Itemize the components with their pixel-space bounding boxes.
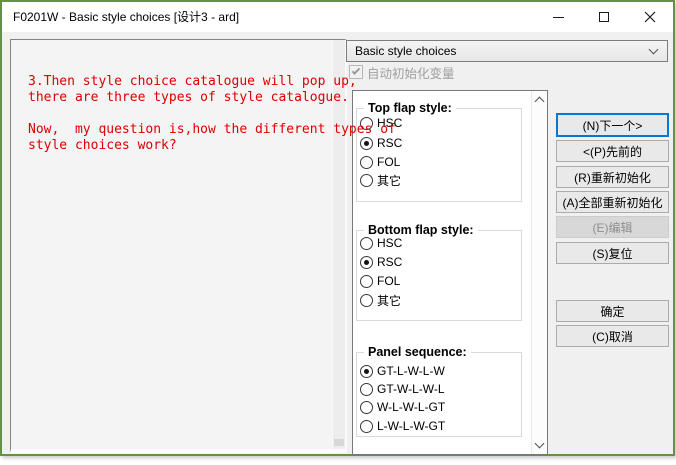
chevron-down-icon — [649, 45, 659, 55]
radio-label: 其它 — [377, 292, 401, 309]
radio-label: FOL — [377, 155, 400, 169]
radio-label: RSC — [377, 136, 402, 150]
radio-label: FOL — [377, 274, 400, 288]
radio-icon — [360, 156, 373, 169]
reinitialize-all-button[interactable]: (A)全部重新初始化 — [556, 191, 669, 213]
radio-label: W-L-W-L-GT — [377, 400, 445, 414]
list-scrollbar[interactable] — [531, 91, 547, 454]
radio-option-gtwlwl[interactable]: GT-W-L-W-L — [360, 382, 445, 396]
checkmark-icon — [352, 66, 360, 74]
ok-button[interactable]: 确定 — [556, 300, 669, 322]
radio-option-wlwlgt[interactable]: W-L-W-L-GT — [360, 400, 445, 414]
group-label-top-flap: Top flap style: — [364, 101, 456, 115]
radio-icon — [360, 174, 373, 187]
radio-option-gtlwlw[interactable]: GT-L-W-L-W — [360, 364, 445, 378]
radio-selected-icon — [360, 137, 373, 150]
radio-option-other[interactable]: 其它 — [360, 293, 401, 307]
radio-selected-icon — [360, 365, 373, 378]
previous-button[interactable]: <(P)先前的 — [556, 140, 669, 162]
radio-icon — [360, 401, 373, 414]
title-bar: F0201W - Basic style choices [设计3 - ard] — [2, 2, 673, 32]
message-panel-scrollbar[interactable] — [332, 40, 345, 449]
radio-label: HSC — [377, 116, 402, 130]
scroll-up-icon[interactable] — [535, 97, 545, 107]
scroll-down-icon[interactable] — [535, 439, 545, 449]
radio-label: GT-L-W-L-W — [377, 364, 445, 378]
window-title: F0201W - Basic style choices [设计3 - ard] — [13, 2, 239, 32]
radio-label: RSC — [377, 255, 402, 269]
edit-button: (E)编辑 — [556, 216, 669, 238]
group-label-bottom-flap: Bottom flap style: — [364, 223, 478, 237]
dialog-window: F0201W - Basic style choices [设计3 - ard]… — [0, 0, 675, 456]
style-catalogue-select[interactable]: Basic style choices — [346, 40, 668, 62]
auto-init-checkbox-row: 自动初始化变量 — [349, 64, 455, 80]
dialog-client-area: 3.Then style choice catalogue will pop u… — [2, 32, 673, 454]
radio-option-fol[interactable]: FOL — [360, 274, 400, 288]
radio-option-rsc[interactable]: RSC — [360, 255, 402, 269]
close-icon — [644, 11, 656, 23]
group-label-panel-sequence: Panel sequence: — [364, 345, 471, 359]
radio-icon — [360, 294, 373, 307]
maximize-icon — [599, 12, 609, 22]
radio-option-hsc[interactable]: HSC — [360, 116, 402, 130]
radio-label: HSC — [377, 236, 402, 250]
close-button[interactable] — [626, 2, 673, 32]
style-catalogue-value: Basic style choices — [355, 41, 456, 61]
style-options-list: Top flap style: HSC RSC FOL 其它 Bottom fl… — [352, 90, 548, 455]
auto-init-checkbox — [349, 65, 363, 79]
minimize-icon — [553, 17, 564, 18]
reset-button[interactable]: (S)复位 — [556, 242, 669, 264]
auto-init-checkbox-label: 自动初始化变量 — [367, 63, 455, 82]
radio-option-lwlwgt[interactable]: L-W-L-W-GT — [360, 419, 445, 433]
radio-icon — [360, 117, 373, 130]
maximize-button[interactable] — [581, 2, 626, 32]
radio-icon — [360, 383, 373, 396]
message-panel — [10, 39, 347, 453]
radio-option-other[interactable]: 其它 — [360, 173, 401, 187]
minimize-button[interactable] — [536, 2, 581, 32]
radio-label: L-W-L-W-GT — [377, 419, 445, 433]
radio-icon — [360, 275, 373, 288]
radio-label: 其它 — [377, 172, 401, 189]
radio-option-rsc[interactable]: RSC — [360, 136, 402, 150]
radio-label: GT-W-L-W-L — [377, 382, 445, 396]
reinitialize-button[interactable]: (R)重新初始化 — [556, 166, 669, 188]
cancel-button[interactable]: (C)取消 — [556, 325, 669, 347]
radio-icon — [360, 237, 373, 250]
scrollbar-thumb[interactable] — [334, 439, 344, 446]
radio-selected-icon — [360, 256, 373, 269]
radio-option-hsc[interactable]: HSC — [360, 236, 402, 250]
radio-icon — [360, 420, 373, 433]
radio-option-fol[interactable]: FOL — [360, 155, 400, 169]
next-button[interactable]: (N)下一个> — [556, 113, 669, 137]
